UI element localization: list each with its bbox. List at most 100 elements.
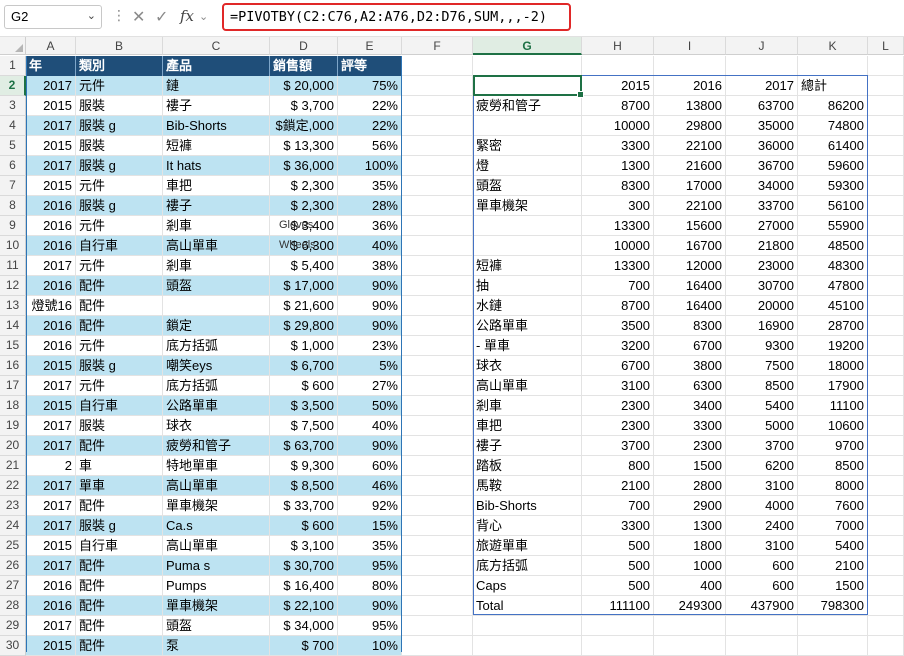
table-cell[interactable]: 剎車 <box>163 256 270 276</box>
table-cell[interactable]: $ 33,700 <box>270 496 338 516</box>
pivot-header-cell[interactable]: 2015 <box>582 76 654 96</box>
table-cell[interactable]: 95% <box>338 556 402 576</box>
empty-cell[interactable] <box>868 276 904 296</box>
pivot-value-cell[interactable]: 56100 <box>798 196 868 216</box>
table-cell[interactable]: 元件 <box>76 376 163 396</box>
row-header-1[interactable]: 1 <box>0 56 26 76</box>
table-header-cell[interactable]: 評等 <box>338 56 402 76</box>
pivot-value-cell[interactable]: 5400 <box>726 396 798 416</box>
pivot-value-cell[interactable]: 6700 <box>582 356 654 376</box>
table-cell[interactable]: 2016 <box>26 196 76 216</box>
empty-cell[interactable] <box>868 636 904 656</box>
pivot-row-label[interactable]: 車把 <box>473 416 582 436</box>
table-cell[interactable]: 球衣 <box>163 416 270 436</box>
pivot-value-cell[interactable]: 8300 <box>654 316 726 336</box>
table-cell[interactable]: $ 8,500 <box>270 476 338 496</box>
pivot-value-cell[interactable]: 36700 <box>726 156 798 176</box>
table-cell[interactable]: 服裝 <box>76 416 163 436</box>
pivot-value-cell[interactable]: 48300 <box>798 256 868 276</box>
pivot-value-cell[interactable]: 2300 <box>582 396 654 416</box>
table-header-cell[interactable]: 銷售額 <box>270 56 338 76</box>
table-cell[interactable]: 40% <box>338 416 402 436</box>
empty-cell[interactable] <box>402 476 473 496</box>
table-cell[interactable]: 鏈 <box>163 76 270 96</box>
table-cell[interactable]: 2017 <box>26 476 76 496</box>
empty-cell[interactable] <box>402 76 473 96</box>
pivot-value-cell[interactable]: 16400 <box>654 276 726 296</box>
row-header-2[interactable]: 2 <box>0 76 26 96</box>
table-cell[interactable] <box>163 296 270 316</box>
row-header-20[interactable]: 20 <box>0 436 26 456</box>
pivot-row-label[interactable] <box>473 216 582 236</box>
column-header-I[interactable]: I <box>654 37 726 55</box>
table-cell[interactable]: It hats <box>163 156 270 176</box>
pivot-row-label[interactable]: 旅遊單車 <box>473 536 582 556</box>
empty-cell[interactable] <box>868 176 904 196</box>
empty-cell[interactable] <box>868 456 904 476</box>
function-chevron-icon[interactable]: ⌄ <box>199 10 208 23</box>
pivot-value-cell[interactable]: 249300 <box>654 596 726 616</box>
pivot-row-label[interactable] <box>473 116 582 136</box>
empty-cell[interactable] <box>868 536 904 556</box>
pivot-value-cell[interactable]: 8500 <box>798 456 868 476</box>
table-cell[interactable]: 服裝 g <box>76 356 163 376</box>
pivot-value-cell[interactable]: 17000 <box>654 176 726 196</box>
empty-cell[interactable] <box>402 596 473 616</box>
empty-cell[interactable] <box>868 396 904 416</box>
table-cell[interactable]: 高山單車 <box>163 236 270 256</box>
table-cell[interactable]: 公路單車 <box>163 396 270 416</box>
pivot-value-cell[interactable]: 34000 <box>726 176 798 196</box>
column-header-K[interactable]: K <box>798 37 868 55</box>
pivot-row-label[interactable]: 頭盔 <box>473 176 582 196</box>
pivot-value-cell[interactable]: 19200 <box>798 336 868 356</box>
pivot-value-cell[interactable]: 20000 <box>726 296 798 316</box>
empty-cell[interactable] <box>726 616 798 636</box>
pivot-row-label[interactable]: Bib-Shorts <box>473 496 582 516</box>
pivot-value-cell[interactable]: 59600 <box>798 156 868 176</box>
pivot-value-cell[interactable]: 63700 <box>726 96 798 116</box>
table-cell[interactable]: 2015 <box>26 536 76 556</box>
table-cell[interactable]: 22% <box>338 116 402 136</box>
table-cell[interactable]: 單車機架 <box>163 496 270 516</box>
pivot-value-cell[interactable]: 4000 <box>726 496 798 516</box>
table-cell[interactable]: 2016 <box>26 316 76 336</box>
table-cell[interactable]: 頭盔 <box>163 616 270 636</box>
table-cell[interactable]: $ 2,300 <box>270 176 338 196</box>
row-header-17[interactable]: 17 <box>0 376 26 396</box>
table-cell[interactable]: $ 36,000 <box>270 156 338 176</box>
empty-cell[interactable] <box>402 256 473 276</box>
table-cell[interactable]: 5% <box>338 356 402 376</box>
pivot-row-label[interactable]: 背心 <box>473 516 582 536</box>
empty-cell[interactable] <box>798 616 868 636</box>
pivot-value-cell[interactable]: 7000 <box>798 516 868 536</box>
column-header-F[interactable]: F <box>402 37 473 55</box>
table-cell[interactable]: $ 3,700 <box>270 96 338 116</box>
column-header-G[interactable]: G <box>473 37 582 55</box>
table-cell[interactable]: 23% <box>338 336 402 356</box>
row-header-25[interactable]: 25 <box>0 536 26 556</box>
empty-cell[interactable] <box>868 416 904 436</box>
column-header-J[interactable]: J <box>726 37 798 55</box>
row-header-4[interactable]: 4 <box>0 116 26 136</box>
empty-cell[interactable] <box>868 476 904 496</box>
pivot-value-cell[interactable]: 3700 <box>726 436 798 456</box>
table-cell[interactable]: Pumps <box>163 576 270 596</box>
pivot-value-cell[interactable]: 1500 <box>798 576 868 596</box>
row-header-22[interactable]: 22 <box>0 476 26 496</box>
table-cell[interactable]: 配件 <box>76 636 163 656</box>
column-header-E[interactable]: E <box>338 37 402 55</box>
pivot-value-cell[interactable]: 3800 <box>654 356 726 376</box>
empty-cell[interactable] <box>868 436 904 456</box>
pivot-value-cell[interactable]: 6300 <box>654 376 726 396</box>
pivot-value-cell[interactable]: 1800 <box>654 536 726 556</box>
table-cell[interactable]: 配件 <box>76 576 163 596</box>
empty-cell[interactable] <box>402 556 473 576</box>
empty-cell[interactable] <box>402 296 473 316</box>
table-cell[interactable]: $ 30,700 <box>270 556 338 576</box>
pivot-value-cell[interactable]: 8500 <box>726 376 798 396</box>
pivot-value-cell[interactable]: 7600 <box>798 496 868 516</box>
empty-cell[interactable] <box>868 576 904 596</box>
table-cell[interactable]: 元件 <box>76 336 163 356</box>
table-cell[interactable]: 10% <box>338 636 402 656</box>
pivot-row-label[interactable]: Total <box>473 596 582 616</box>
